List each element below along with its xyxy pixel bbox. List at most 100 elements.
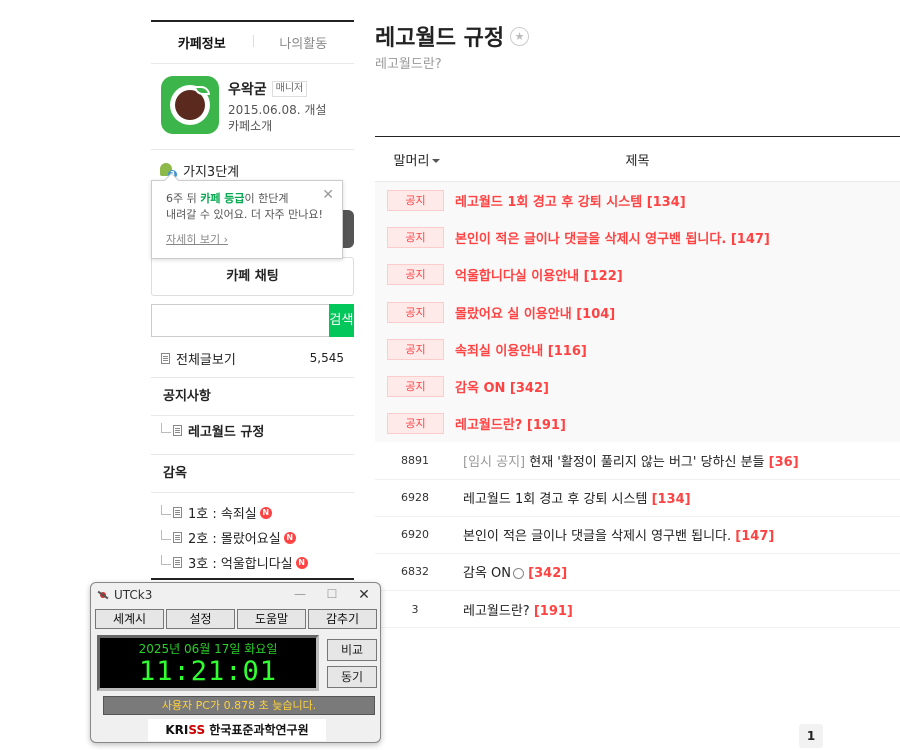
notice-row[interactable]: 공지 몰랐어요 실 이용안내 [104] <box>375 293 900 331</box>
comment-count[interactable]: [116] <box>548 344 587 359</box>
compare-button[interactable]: 비교 <box>327 639 377 661</box>
menu-item-jail-3[interactable]: 3호 : 억울합니다실 N <box>151 550 354 575</box>
hide-button[interactable]: 감추기 <box>308 609 377 629</box>
document-icon <box>161 352 170 364</box>
post-title[interactable]: 감옥 ON [342] <box>455 377 549 396</box>
menu-item-label: 2호 : 몰랐어요실 <box>188 532 281 547</box>
comment-count[interactable]: [147] <box>731 232 770 247</box>
cafe-manager-name[interactable]: 우왁굳 <box>228 79 267 99</box>
cafe-chat-button[interactable]: 카페 채팅 <box>151 257 354 296</box>
post-title[interactable]: 레고월드란? [191] <box>455 414 566 433</box>
minimize-icon[interactable]: — <box>284 587 316 603</box>
page-button-1[interactable]: 1 <box>799 724 823 748</box>
notice-row[interactable]: 공지 감옥 ON [342] <box>375 367 900 406</box>
help-button[interactable]: 도움말 <box>237 609 306 629</box>
comment-count[interactable]: [122] <box>584 269 623 284</box>
tree-line-icon <box>161 504 171 515</box>
new-badge-icon: N <box>295 556 308 569</box>
menu-item-jail-1[interactable]: 1호 : 속죄실 N <box>151 500 354 525</box>
utck3-titlebar[interactable]: UTCk3 — ☐ ✕ <box>91 583 380 607</box>
clock-date: 2025년 06월 17일 화요일 <box>138 642 278 656</box>
utck3-toolbar: 세계시 설정 도움말 감추기 <box>91 607 380 629</box>
table-header: 말머리 제목 <box>375 137 900 182</box>
all-posts-link[interactable]: 전체글보기 5,545 <box>151 346 354 370</box>
table-row[interactable]: 6832 감옥 ON [342] <box>375 554 900 592</box>
close-icon[interactable]: ✕ <box>348 587 380 603</box>
cafe-meta: 우왁굳 매니저 2015.06.08. 개설 카페소개 <box>228 76 326 137</box>
cafe-logo[interactable] <box>161 76 219 134</box>
post-title[interactable]: 레고월드 1회 경고 후 강퇴 시스템 [134] <box>463 488 691 507</box>
board-title: 레고월드 규정 ★ <box>375 20 530 52</box>
post-title[interactable]: 본인이 적은 글이나 댓글을 삭제시 영구밴 됩니다. [147] <box>455 228 770 247</box>
menu-item-lego-rules[interactable]: 레고월드 규정 <box>151 418 354 443</box>
new-badge-icon: N <box>283 531 296 544</box>
tree-line-icon <box>161 422 171 433</box>
post-title[interactable]: 속죄실 이용안내 [116] <box>455 340 587 359</box>
notice-row[interactable]: 공지 억울합니다실 이용안내 [122] <box>375 256 900 294</box>
sync-button[interactable]: 동기 <box>327 666 377 688</box>
maximize-icon[interactable]: ☐ <box>316 587 348 603</box>
cafe-intro-link[interactable]: 카페소개 <box>228 118 326 134</box>
comment-count[interactable]: [342] <box>528 566 567 581</box>
notice-row[interactable]: 공지 레고월드 1회 경고 후 강퇴 시스템 [134] <box>375 182 900 220</box>
tab-cafe-info[interactable]: 카페정보 <box>151 33 253 52</box>
comment-count[interactable]: [191] <box>534 604 573 619</box>
notice-tag: 공지 <box>387 338 444 360</box>
document-icon <box>173 425 182 436</box>
post-number: 6832 <box>401 565 429 579</box>
table-row[interactable]: 6928 레고월드 1회 경고 후 강퇴 시스템 [134] <box>375 480 900 517</box>
notice-row[interactable]: 공지 본인이 적은 글이나 댓글을 삭제시 영구밴 됩니다. [147] <box>375 219 900 257</box>
cafe-level[interactable]: 3 가지3단계 <box>151 150 354 182</box>
search-button[interactable]: 검색 <box>329 304 354 337</box>
table-row[interactable]: 3 레고월드란? [191] <box>375 591 900 629</box>
menu-item-label: 레고월드 규정 <box>188 425 265 440</box>
cafe-sidebar: 카페정보 나의활동 우왁굳 매니저 2015.06.08. 개설 카페소개 3 … <box>151 20 355 580</box>
new-badge-icon: N <box>259 506 272 519</box>
post-rows: 8891 [임시 공지] 현재 '활정이 풀리지 않는 버그' 당하신 분들 [3… <box>375 442 900 629</box>
document-icon <box>173 507 182 518</box>
table-row[interactable]: 8891 [임시 공지] 현재 '활정이 풀리지 않는 버그' 당하신 분들 [3… <box>375 442 900 480</box>
emoticon-icon <box>513 568 525 580</box>
comment-count[interactable]: [147] <box>735 529 774 544</box>
comment-count[interactable]: [104] <box>576 307 615 322</box>
notice-row[interactable]: 공지 레고월드란? [191] <box>375 405 900 443</box>
cafe-search: 검색 <box>151 304 354 337</box>
comment-count[interactable]: [134] <box>647 195 686 210</box>
comment-count[interactable]: [36] <box>769 455 799 470</box>
post-title[interactable]: [임시 공지] 현재 '활정이 풀리지 않는 버그' 당하신 분들 [36] <box>463 451 799 470</box>
column-head-filter[interactable]: 말머리 <box>375 150 455 169</box>
time-offset-status: 사용자 PC가 0.878 초 늦습니다. <box>103 696 375 715</box>
cafe-info-panel: 우왁굳 매니저 2015.06.08. 개설 카페소개 <box>151 64 354 150</box>
post-title[interactable]: 레고월드 1회 경고 후 강퇴 시스템 [134] <box>455 191 686 210</box>
settings-button[interactable]: 설정 <box>166 609 235 629</box>
tab-my-activity[interactable]: 나의활동 <box>252 33 355 52</box>
menu-divider <box>151 578 354 580</box>
post-title[interactable]: 본인이 적은 글이나 댓글을 삭제시 영구밴 됩니다. [147] <box>463 525 774 544</box>
notice-row[interactable]: 공지 속죄실 이용안내 [116] <box>375 330 900 368</box>
post-title[interactable]: 몰랐어요 실 이용안내 [104] <box>455 303 615 322</box>
cafe-search-input[interactable] <box>151 304 329 337</box>
menu-heading-jail: 감옥 <box>151 454 354 493</box>
comment-count[interactable]: [134] <box>652 492 691 507</box>
cafe-level-label: 가지3단계 <box>183 164 240 180</box>
menu-item-jail-2[interactable]: 2호 : 몰랐어요실 N <box>151 525 354 550</box>
menu-item-label: 1호 : 속죄실 <box>188 507 257 522</box>
post-title[interactable]: 억울합니다실 이용안내 [122] <box>455 265 623 284</box>
world-time-button[interactable]: 세계시 <box>95 609 164 629</box>
notice-tag: 공지 <box>387 264 444 286</box>
level-tooltip: 6주 뒤 카페 등급이 한단계 내려갈 수 있어요. 더 자주 만나요! 자세히… <box>151 180 343 259</box>
post-title[interactable]: 감옥 ON [342] <box>463 562 567 581</box>
notice-rows: 공지 레고월드 1회 경고 후 강퇴 시스템 [134] 공지 본인이 적은 글이나 … <box>375 182 900 443</box>
tooltip-more-link[interactable]: 자세히 보기 › <box>166 231 328 247</box>
close-icon[interactable]: ✕ <box>322 187 334 203</box>
comment-count[interactable]: [191] <box>527 418 566 433</box>
star-icon[interactable]: ★ <box>510 26 530 46</box>
table-row[interactable]: 6920 본인이 적은 글이나 댓글을 삭제시 영구밴 됩니다. [147] <box>375 517 900 554</box>
post-number: 6928 <box>401 491 429 505</box>
post-title[interactable]: 레고월드란? [191] <box>463 600 573 619</box>
all-posts-count: 5,545 <box>309 351 344 365</box>
post-number: 6920 <box>401 528 429 542</box>
comment-count[interactable]: [342] <box>510 381 549 396</box>
column-title: 제목 <box>625 153 650 169</box>
tooltip-text: 6주 뒤 카페 등급이 한단계 내려갈 수 있어요. 더 자주 만나요! <box>166 192 323 221</box>
